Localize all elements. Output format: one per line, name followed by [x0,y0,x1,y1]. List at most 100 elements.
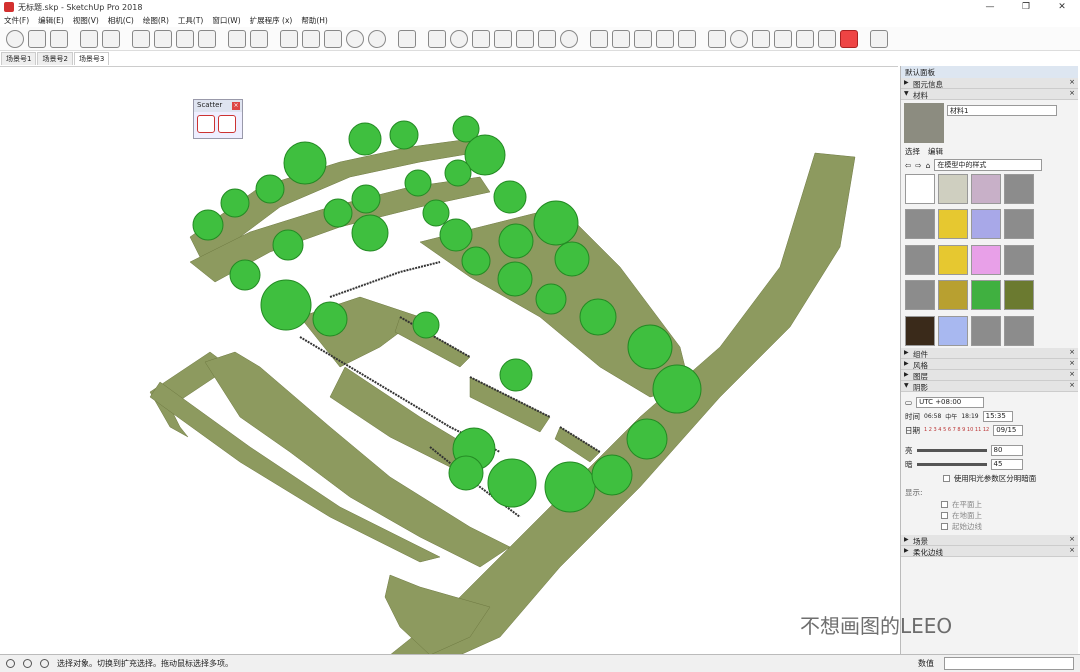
swatch[interactable] [905,280,935,311]
swatch[interactable] [905,244,935,275]
flag-icon[interactable] [818,29,836,48]
triangle-icon[interactable] [472,29,490,48]
grass-icon[interactable] [656,29,674,48]
close-button[interactable]: ✕ [1044,0,1080,14]
menu-tools[interactable]: 工具(T) [178,15,203,26]
reel-icon[interactable] [730,29,748,48]
preview-icon[interactable] [102,29,120,48]
hand-icon[interactable] [398,29,416,48]
box-wire-icon[interactable] [324,29,342,48]
light-slider[interactable] [916,448,987,452]
layers-section[interactable]: 图层× [901,370,1078,381]
forward-arrow-icon[interactable]: ⇨ [915,161,921,170]
shadow-toggle-icon[interactable]: ▭ [905,398,912,407]
frame-icon[interactable] [154,29,172,48]
sun-icon[interactable] [516,29,534,48]
swatch[interactable] [905,174,935,204]
scatter-grid-icon[interactable] [218,115,236,133]
time-field[interactable]: 15:35 [982,410,1013,422]
swatch[interactable] [971,280,1001,311]
swatch[interactable] [1004,315,1034,346]
swatch[interactable] [938,209,968,240]
swatch[interactable] [971,315,1001,346]
camera-icon[interactable] [752,29,770,48]
maximize-button[interactable]: ❐ [1008,0,1044,14]
tab-edit[interactable]: 编辑 [928,146,943,158]
model-viewport[interactable]: Scatter × [0,66,898,654]
tab-select[interactable]: 选择 [905,146,920,158]
teapot-settings-icon[interactable] [50,29,68,48]
curve-icon[interactable] [870,29,888,48]
swatch[interactable] [1004,280,1034,311]
on-ground-checkbox[interactable] [941,512,948,519]
layers-icon[interactable] [250,29,268,48]
camera-alt-icon[interactable] [774,29,792,48]
swatch[interactable] [938,315,968,346]
swatch[interactable] [971,209,1001,240]
swatch[interactable] [1004,174,1034,204]
components-section[interactable]: 组件× [901,348,1078,359]
date-field[interactable]: 09/15 [993,424,1024,436]
menu-extensions[interactable]: 扩展程序 (x) [250,15,293,26]
box-iso-icon[interactable] [302,29,320,48]
cube-icon[interactable] [612,29,630,48]
menu-view[interactable]: 视图(V) [73,15,99,26]
spot-light-icon[interactable] [494,29,512,48]
swatch[interactable] [1004,209,1034,240]
select-check-icon[interactable] [6,29,24,48]
user-icon[interactable] [40,659,49,668]
minimize-button[interactable]: — [972,0,1008,14]
dark-slider[interactable] [916,462,987,466]
dark-field[interactable]: 45 [990,458,1023,470]
cube-solid-icon[interactable] [634,29,652,48]
menu-camera[interactable]: 相机(C) [108,15,134,26]
on-faces-checkbox[interactable] [941,501,948,508]
menu-draw[interactable]: 绘图(R) [143,15,169,26]
swatch[interactable] [938,174,968,204]
from-edges-checkbox[interactable] [941,523,948,530]
materials-section[interactable]: 材料× [901,89,1078,100]
shadows-section[interactable]: 阴影× [901,381,1078,392]
scatter-close-button[interactable]: × [232,102,240,110]
section-icon[interactable] [280,29,298,48]
scenes-section[interactable]: 场景× [901,535,1078,546]
swatch[interactable] [971,174,1001,204]
entity-info-section[interactable]: 图元信息× [901,78,1078,89]
target-icon[interactable] [450,29,468,48]
tag-icon[interactable] [678,29,696,48]
back-arrow-icon[interactable]: ⇦ [905,161,911,170]
measurements-field[interactable] [944,657,1074,670]
scatter-sun-icon[interactable] [197,115,215,133]
teapot-icon[interactable] [28,29,46,48]
scene-tab-3[interactable]: 场景号3 [73,52,110,65]
menu-window[interactable]: 窗口(W) [212,15,240,26]
sphere-x-icon[interactable] [346,29,364,48]
menu-help[interactable]: 帮助(H) [301,15,328,26]
info-icon[interactable] [23,659,32,668]
window-icon[interactable] [132,29,150,48]
scene-tab-1[interactable]: 场景号1 [1,52,37,65]
swatch[interactable] [971,244,1001,275]
geo-location-icon[interactable] [6,659,15,668]
scene-tab-2[interactable]: 场景号2 [37,52,73,65]
month-scale[interactable]: 1 2 3 4 5 6 7 8 9 10 11 12 [924,427,989,433]
plane-icon[interactable] [590,29,608,48]
light-field[interactable]: 80 [990,444,1023,456]
film-icon[interactable] [708,29,726,48]
swatch[interactable] [905,315,935,346]
swatch[interactable] [1004,244,1034,275]
swatch[interactable] [938,280,968,311]
lock-icon[interactable] [198,29,216,48]
swatch[interactable] [905,209,935,240]
menu-file[interactable]: 文件(F) [4,15,29,26]
lamp-icon[interactable] [428,29,446,48]
frame-alt-icon[interactable] [176,29,194,48]
soften-edges-section[interactable]: 柔化边线× [901,546,1078,557]
disc-icon[interactable] [560,29,578,48]
library-select[interactable]: 在模型中的样式 [934,159,1043,171]
material-name-field[interactable]: 材料1 [947,105,1057,116]
use-sun-checkbox[interactable] [942,474,950,482]
home-icon[interactable]: ⌂ [926,161,931,170]
stop-icon[interactable] [840,29,858,48]
menu-edit[interactable]: 编辑(E) [38,15,64,26]
